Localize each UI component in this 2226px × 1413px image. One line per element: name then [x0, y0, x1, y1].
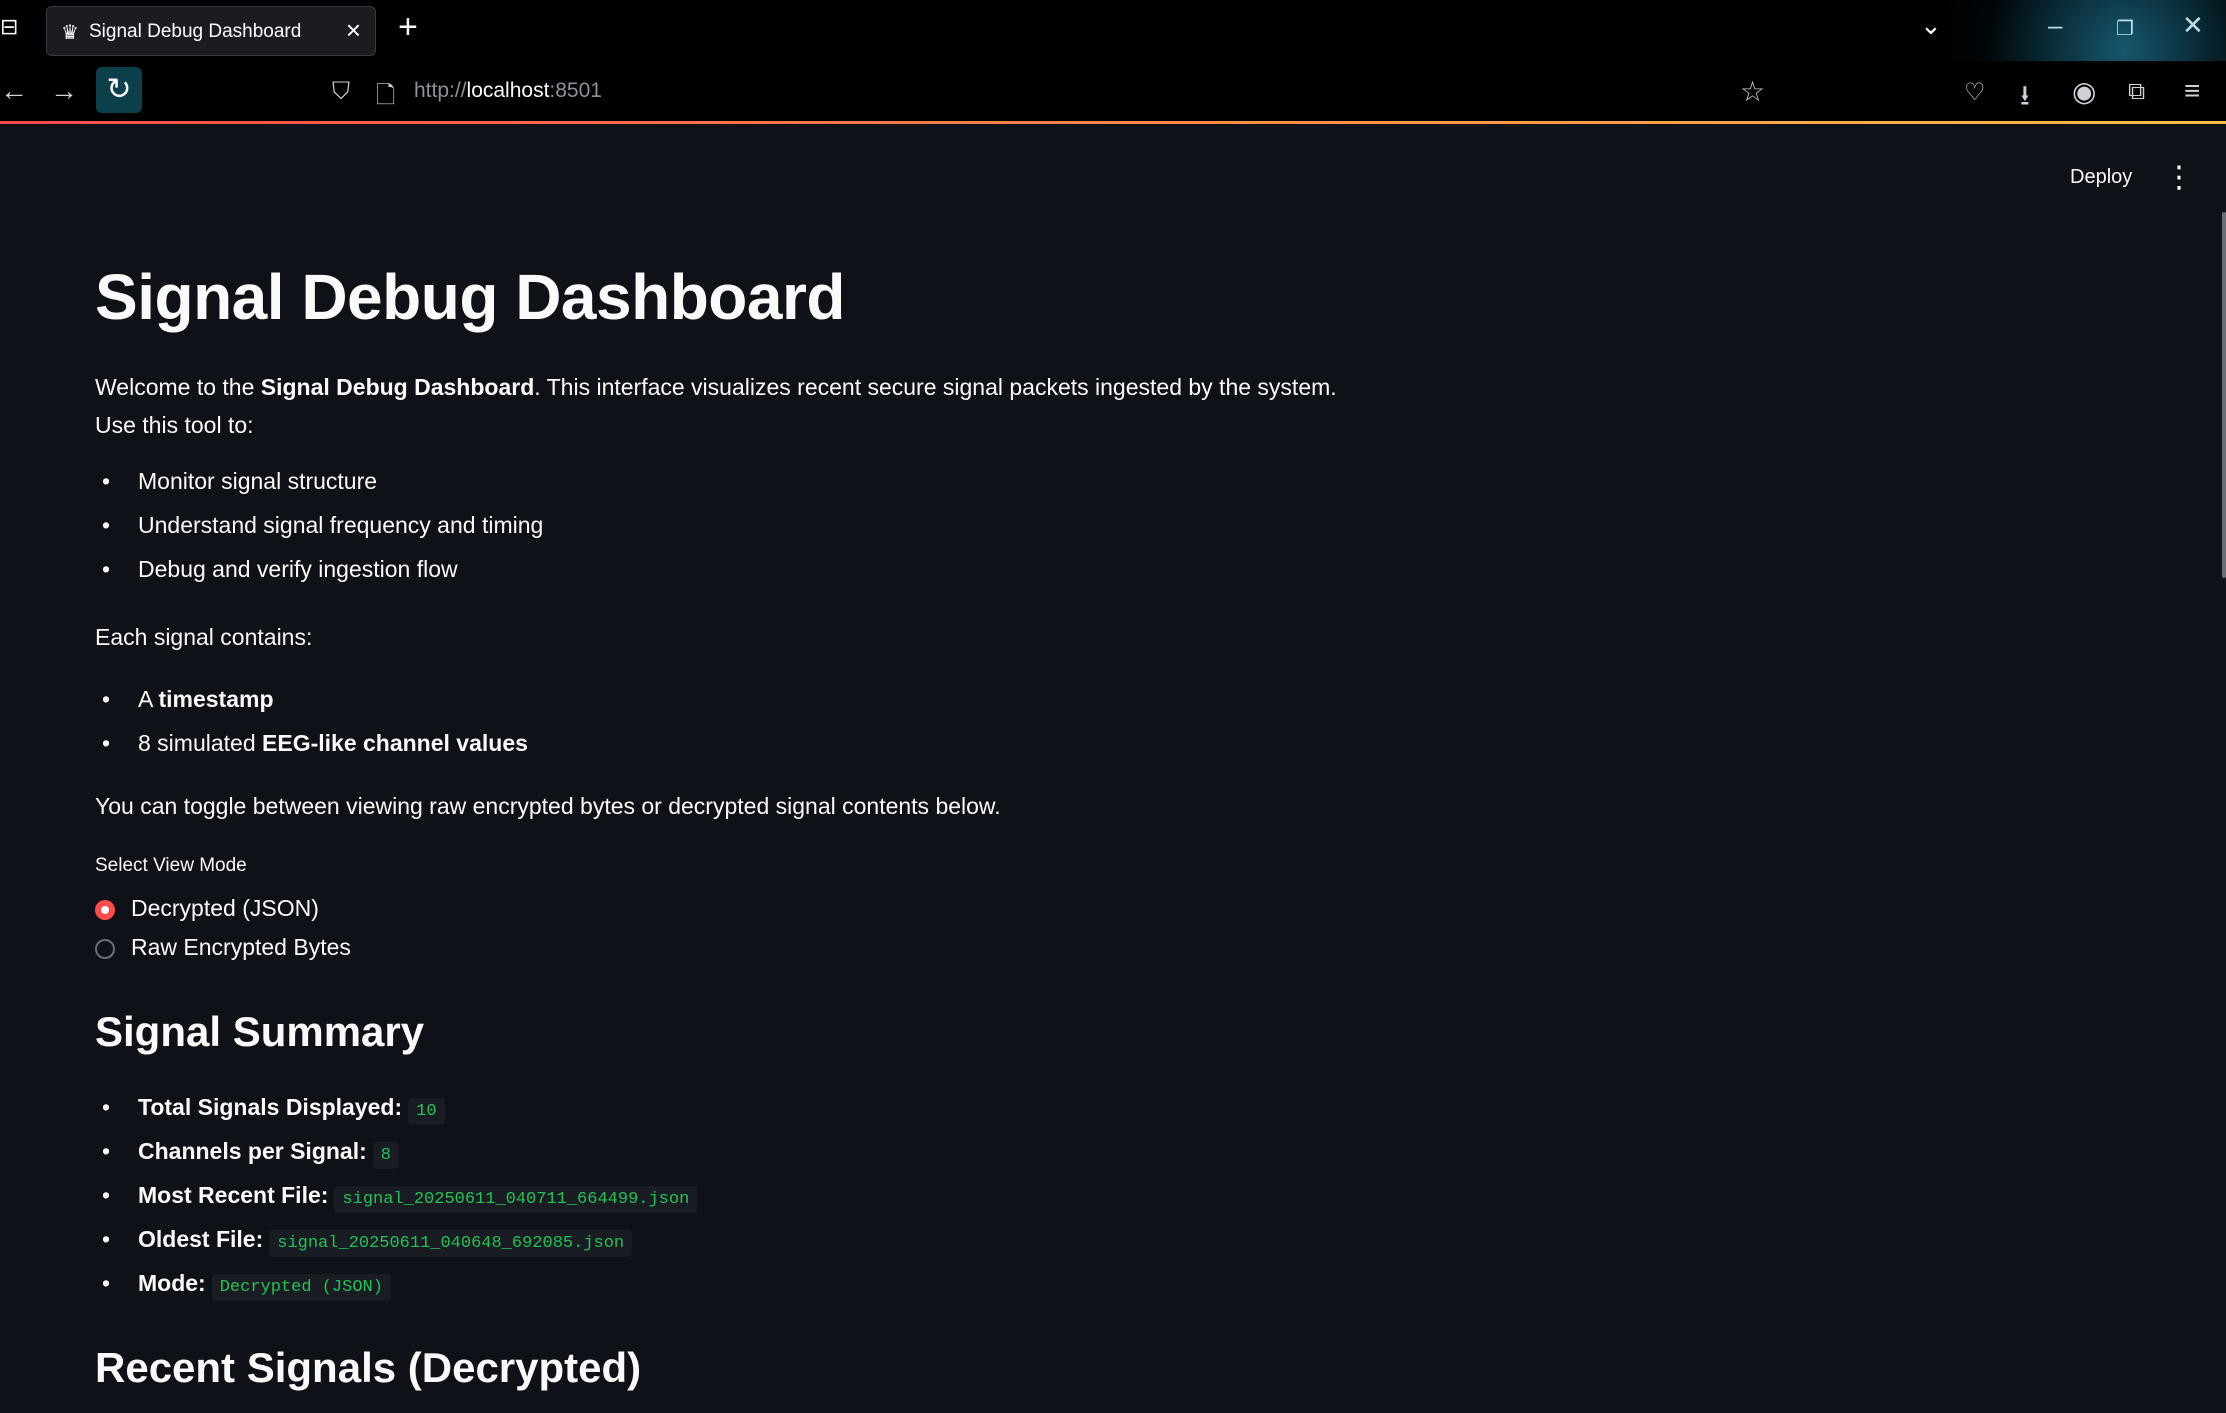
page-title: Signal Debug Dashboard — [95, 261, 845, 333]
each-signal-text: Each signal contains: — [95, 624, 313, 650]
intro-bold: Signal Debug Dashboard — [260, 374, 535, 400]
summary-label: Most Recent File: — [138, 1182, 329, 1208]
menu-icon[interactable]: ≡ — [2184, 75, 2200, 107]
downloads-icon[interactable]: ⭳ — [2020, 75, 2030, 123]
shield-icon[interactable]: ⛉ — [332, 78, 350, 106]
reload-icon: ↻ — [106, 73, 132, 106]
toggle-text: You can toggle between viewing raw encry… — [95, 793, 1001, 819]
browser-tab-bar: ⊟ ♛ Signal Debug Dashboard × + ⌄ – ❐ ✕ — [0, 0, 2226, 61]
item-bold: timestamp — [158, 686, 274, 712]
bullet: • — [102, 1138, 111, 1164]
tab-close-icon[interactable]: × — [346, 15, 361, 46]
minimize-icon[interactable]: – — [2048, 10, 2062, 41]
bookmark-star-icon[interactable]: ☆ — [1740, 75, 1765, 108]
summary-value: signal_20250611_040648_692085.json — [269, 1230, 633, 1257]
summary-label: Channels per Signal: — [138, 1138, 367, 1164]
view-mode-radio-raw[interactable]: Raw Encrypted Bytes — [95, 934, 495, 970]
deploy-button[interactable]: Deploy — [2070, 166, 2132, 189]
bullet: • — [102, 468, 111, 494]
summary-item: Mode: Decrypted (JSON) — [138, 1270, 391, 1301]
intro-text: Welcome to the — [95, 374, 261, 400]
summary-item: Most Recent File: signal_20250611_040711_… — [138, 1182, 698, 1213]
intro-text-suffix: . This interface visualizes recent secur… — [534, 374, 1337, 400]
list-item: Debug and verify ingestion flow — [138, 556, 458, 582]
crown-favicon-icon: ♛ — [61, 22, 79, 44]
tab-list-icon[interactable]: ⊟ — [0, 14, 18, 40]
browser-tab[interactable]: ♛ Signal Debug Dashboard × — [46, 6, 376, 56]
page-load-progress — [0, 121, 2226, 124]
bullet: • — [102, 1094, 111, 1120]
back-icon[interactable]: ← — [0, 75, 28, 107]
forward-icon[interactable]: → — [50, 75, 78, 107]
radio-label: Decrypted (JSON) — [131, 895, 319, 921]
summary-value: 10 — [408, 1098, 445, 1125]
bullet: • — [102, 686, 111, 712]
view-mode-radio-decrypted[interactable]: Decrypted (JSON) — [95, 895, 495, 931]
radio-button-selected[interactable] — [95, 900, 115, 920]
extensions-icon[interactable]: ⧉ — [2128, 78, 2145, 106]
summary-label: Total Signals Displayed: — [138, 1094, 403, 1120]
summary-item: Total Signals Displayed: 10 — [138, 1094, 445, 1125]
browser-nav-bar: ← → ↻ ⛉ 🗋 http://localhost:8501 ☆ ♡ ⭳ ◉ … — [0, 61, 2226, 123]
url-host: localhost — [466, 79, 550, 102]
bullet: • — [102, 1182, 111, 1208]
signal-summary-heading: Signal Summary — [95, 1008, 425, 1055]
radio-label: Raw Encrypted Bytes — [131, 934, 351, 960]
new-tab-icon[interactable]: + — [398, 8, 418, 47]
summary-value: signal_20250611_040711_664499.json — [334, 1186, 698, 1213]
url-scheme: http:// — [414, 79, 467, 102]
url-bar[interactable]: http://localhost:8501 — [414, 79, 602, 103]
list-item: Monitor signal structure — [138, 468, 378, 494]
url-port: :8501 — [549, 79, 602, 102]
summary-label: Mode: — [138, 1270, 206, 1296]
use-tool-text: Use this tool to: — [95, 412, 254, 438]
list-item: Understand signal frequency and timing — [138, 512, 544, 538]
summary-value: Decrypted (JSON) — [211, 1274, 391, 1301]
bullet: • — [102, 556, 111, 582]
bullet: • — [102, 1226, 111, 1252]
restore-icon[interactable]: ❐ — [2116, 16, 2134, 41]
item-text: A — [138, 686, 159, 712]
summary-value: 8 — [372, 1142, 399, 1169]
radio-button[interactable] — [95, 939, 115, 959]
item-bold: EEG-like channel values — [262, 730, 528, 756]
bullet: • — [102, 512, 111, 538]
scrollbar[interactable] — [2222, 212, 2226, 578]
main-menu-kebab-icon[interactable]: ⋮ — [2164, 160, 2194, 195]
list-item: A timestamp — [138, 686, 274, 713]
reload-button[interactable]: ↻ — [96, 67, 142, 113]
intro-paragraph: Welcome to the Signal Debug Dashboard. T… — [95, 368, 1337, 406]
bullet: • — [102, 1270, 111, 1296]
tab-list-chevron-icon[interactable]: ⌄ — [1920, 10, 1942, 41]
window-close-icon[interactable]: ✕ — [2182, 10, 2204, 41]
summary-item: Oldest File: signal_20250611_040648_69208… — [138, 1226, 633, 1257]
item-text: 8 simulated — [138, 730, 263, 756]
list-item: 8 simulated EEG-like channel values — [138, 730, 528, 757]
summary-label: Oldest File: — [138, 1226, 264, 1252]
recent-signals-heading: Recent Signals (Decrypted) — [95, 1344, 642, 1391]
tab-title: Signal Debug Dashboard — [89, 21, 302, 42]
pocket-icon[interactable]: ♡ — [1964, 78, 1986, 107]
summary-item: Channels per Signal: 8 — [138, 1138, 399, 1169]
bullet: • — [102, 730, 111, 756]
account-icon[interactable]: ◉ — [2072, 75, 2096, 108]
view-mode-label: Select View Mode — [95, 855, 247, 876]
page-info-icon[interactable]: 🗋 — [376, 78, 395, 119]
